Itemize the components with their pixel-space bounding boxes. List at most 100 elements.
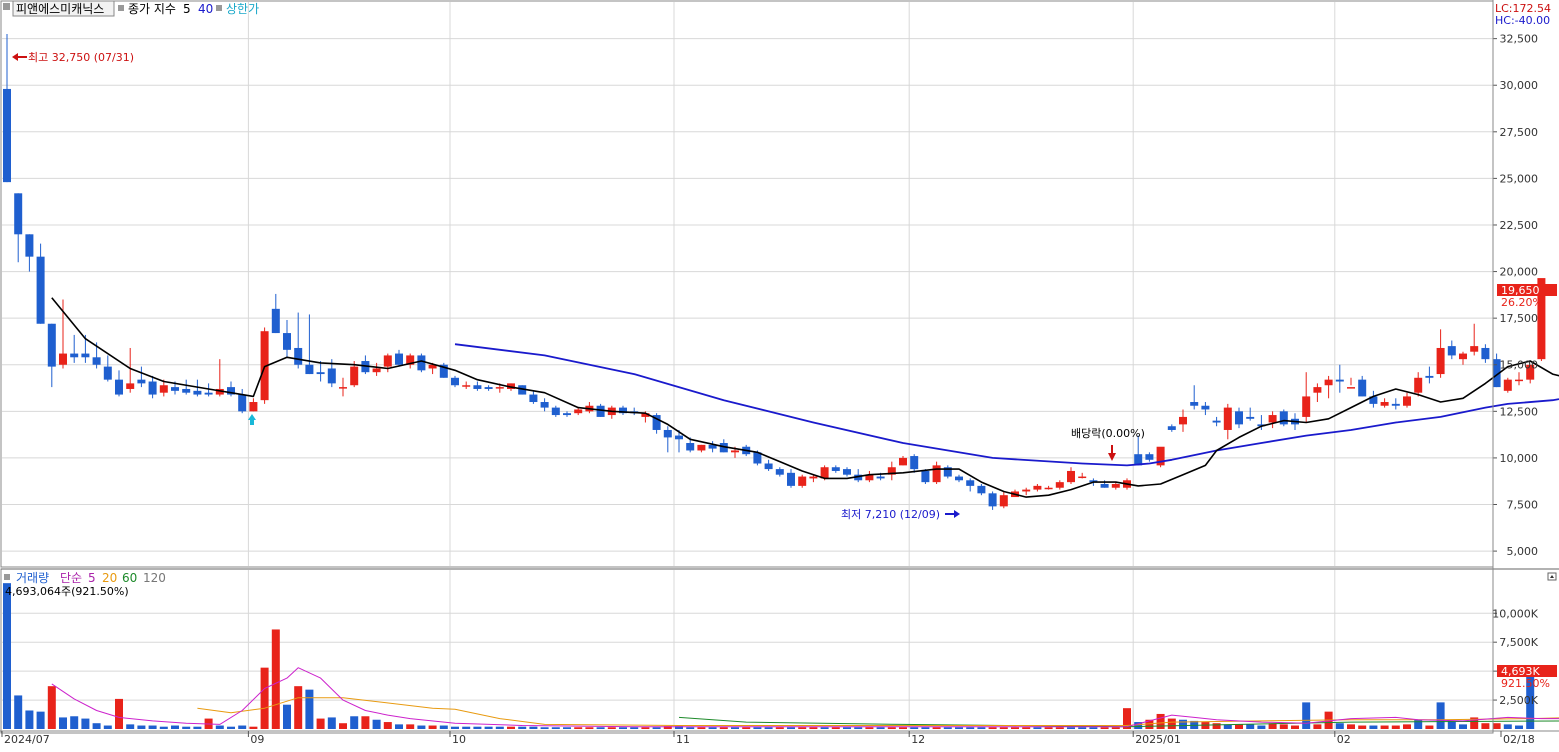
candle-body (451, 377, 459, 386)
candle-body (686, 443, 695, 451)
volume-bar (1212, 723, 1221, 729)
volume-bar (451, 726, 459, 729)
candle-body (1403, 396, 1411, 406)
series-bullet (118, 5, 124, 11)
candle-body (551, 407, 560, 416)
candle-body (1100, 484, 1109, 488)
volume-bar (1078, 727, 1087, 729)
volume-bar (1067, 727, 1075, 729)
volume-ma-label: 단순 (60, 571, 82, 585)
volume-bar (1111, 727, 1120, 729)
candle-body (1358, 379, 1367, 397)
candle-body (1447, 346, 1456, 356)
volume-bar (484, 726, 493, 729)
volume-bar (1347, 724, 1355, 729)
price-tick-label: 20,000 (1500, 266, 1539, 279)
volume-bar (372, 719, 381, 729)
volume-bar (988, 727, 997, 729)
volume-bar (115, 698, 123, 729)
price-tick-label: 10,000 (1500, 452, 1539, 465)
volume-bar (887, 727, 896, 729)
volume-bar (910, 727, 919, 729)
candle-body (798, 476, 807, 486)
ma-long-label: 40 (198, 2, 213, 16)
volume-bar (339, 723, 347, 729)
volume-bar (81, 718, 90, 729)
candle-body (372, 368, 381, 373)
volume-bar (305, 689, 314, 729)
volume-bar (47, 686, 56, 729)
volume-bar (428, 725, 437, 729)
volume-bar (574, 727, 583, 729)
price-tick-label: 7,500 (1507, 499, 1539, 512)
volume-ma-60: 60 (122, 571, 137, 585)
candle-body (1268, 415, 1277, 423)
candle-body (137, 379, 146, 384)
x-tick-label: 10 (452, 733, 466, 746)
volume-bar (999, 727, 1008, 729)
volume-bar (1335, 723, 1344, 729)
candle-body (193, 390, 202, 395)
volume-bar (507, 726, 515, 729)
candle-body (1212, 420, 1221, 423)
volume-ma-120: 120 (143, 571, 166, 585)
volume-bar (1167, 718, 1176, 729)
volume-bar (1291, 725, 1299, 729)
candle-body (1436, 347, 1445, 375)
price-tick-label: 5,000 (1507, 545, 1539, 558)
volume-bar (92, 723, 101, 729)
ma-short-label: 5 (183, 2, 191, 16)
volume-bar (921, 727, 930, 729)
candle-body (1313, 387, 1322, 393)
candle-body (1302, 396, 1311, 417)
volume-change: 921.50% (1501, 677, 1550, 690)
candle-body (1335, 379, 1344, 382)
candle-body (395, 353, 403, 365)
volume-bar (350, 716, 359, 729)
volume-bar (193, 726, 202, 729)
candle-body (775, 469, 784, 475)
volume-bar (316, 718, 325, 729)
candle-body (1179, 416, 1187, 425)
low-annotation: 최저 7,210 (12/09) (841, 508, 940, 521)
volume-bar (383, 722, 392, 729)
volume-bar (126, 724, 135, 729)
volume-bar (271, 629, 280, 729)
candle-body (932, 465, 941, 483)
volume-bar (439, 725, 448, 729)
volume-bar (551, 727, 560, 729)
axis-layer: 32,500 30,000 27,500 25,000 22,500 20,000 17,5… (1, 0, 1539, 746)
volume-bar (966, 727, 975, 729)
candle-body (1380, 402, 1389, 406)
candle-body (731, 450, 739, 453)
candle-body (675, 435, 683, 440)
candle-body (787, 472, 795, 486)
dividend-annotation: 배당락(0.00%) (1071, 427, 1145, 440)
volume-bar (708, 727, 717, 729)
candle-body (204, 392, 213, 395)
volume-bar (977, 727, 986, 729)
volume-bar (36, 711, 45, 729)
volume-bar (1011, 727, 1019, 729)
volume-bar (1358, 725, 1367, 729)
volume-bar (361, 716, 370, 729)
limit-bullet (216, 5, 222, 11)
volume-bar (1380, 725, 1389, 729)
candle-body (809, 476, 818, 479)
volume-bar (283, 704, 291, 729)
volume-ma-5: 5 (88, 571, 96, 585)
volume-bar (1235, 724, 1243, 729)
candle-body (182, 388, 191, 393)
volume-bar (1246, 724, 1255, 729)
candle-body (271, 308, 280, 334)
volume-bar (854, 727, 863, 729)
volume-bar (596, 727, 605, 729)
volume-bar (820, 727, 829, 729)
volume-bar (1369, 725, 1378, 729)
candle-body (148, 381, 157, 395)
candle-body (663, 429, 672, 438)
volume-bar (1459, 724, 1467, 729)
candle-body (1145, 454, 1154, 460)
candle-body (462, 385, 471, 387)
volume-bar (697, 727, 706, 729)
